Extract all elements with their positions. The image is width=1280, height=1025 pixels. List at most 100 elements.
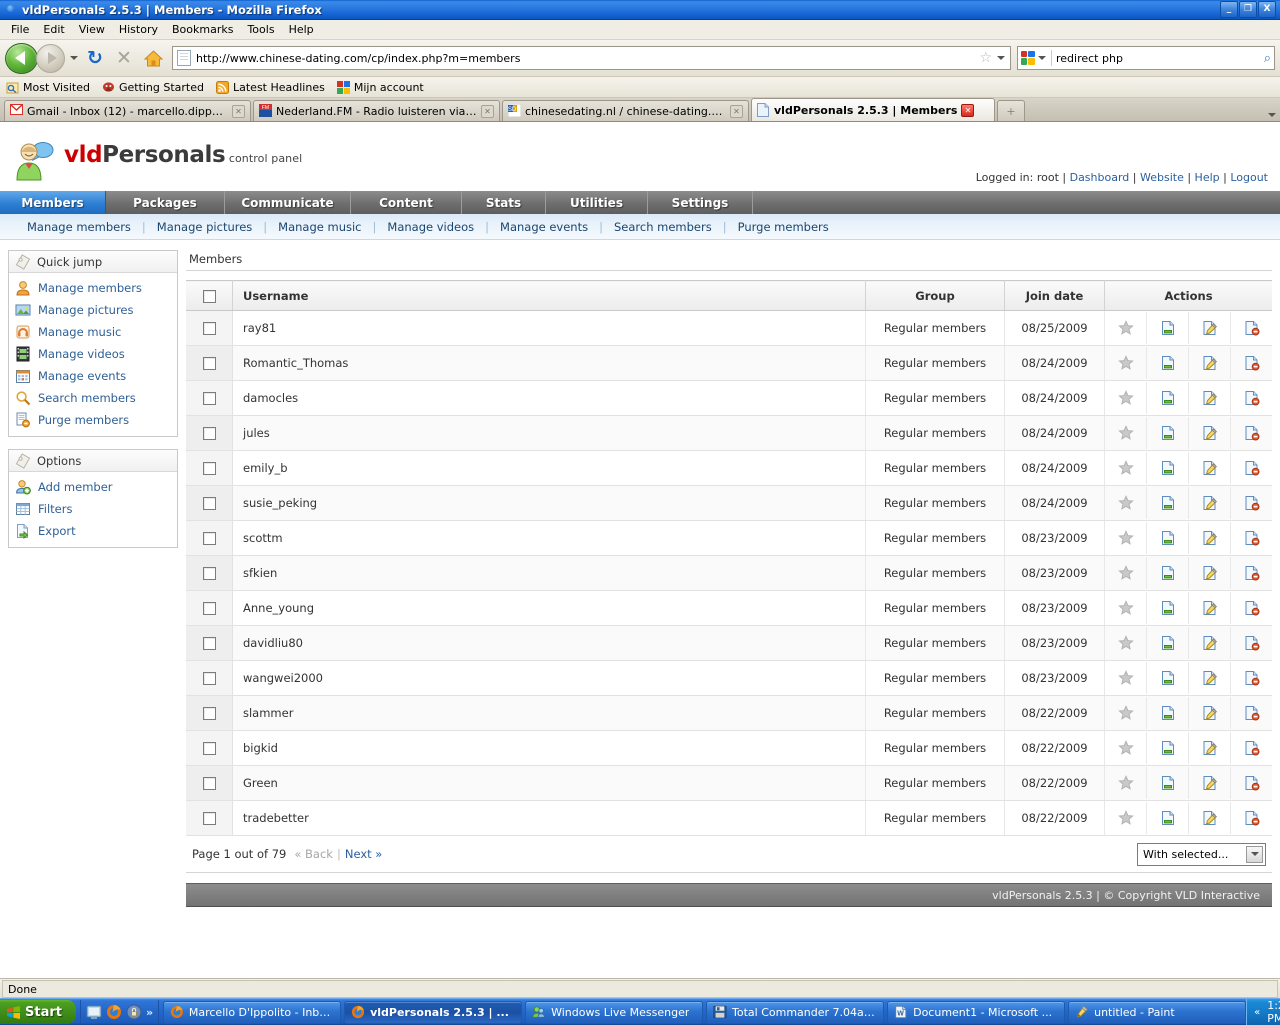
tab-communicate[interactable]: Communicate [225, 191, 351, 214]
row-checkbox[interactable] [202, 357, 216, 370]
tab-members[interactable]: Members [0, 191, 106, 214]
delete-member-icon[interactable] [1231, 662, 1272, 694]
cell-username[interactable]: davidliu80 [232, 625, 866, 661]
url-bar[interactable]: http://www.chinese-dating.com/cp/index.p… [172, 46, 1011, 70]
tab-content[interactable]: Content [351, 191, 462, 214]
task-vldpersonals[interactable]: vldPersonals 2.5.3 | ... [344, 1000, 523, 1024]
view-profile-icon[interactable] [1147, 382, 1189, 414]
cell-username[interactable]: ray81 [232, 310, 866, 346]
star-icon[interactable] [1105, 767, 1147, 799]
delete-member-icon[interactable] [1231, 452, 1272, 484]
subnav-manage-events[interactable]: Manage events [489, 220, 599, 234]
next-link[interactable]: Next » [345, 847, 382, 861]
row-checkbox[interactable] [202, 672, 216, 685]
row-checkbox[interactable] [202, 812, 216, 825]
history-dropdown-icon[interactable] [68, 56, 79, 60]
view-profile-icon[interactable] [1147, 557, 1189, 589]
edit-profile-icon[interactable] [1189, 662, 1231, 694]
edit-profile-icon[interactable] [1189, 767, 1231, 799]
browser-tab-gmail[interactable]: Gmail - Inbox (12) - marcello.dippolito@… [4, 100, 251, 121]
cell-username[interactable]: susie_peking [232, 485, 866, 521]
security-icon[interactable] [126, 1004, 142, 1020]
star-icon[interactable] [1105, 487, 1147, 519]
row-checkbox[interactable] [202, 777, 216, 790]
show-desktop-icon[interactable] [86, 1004, 102, 1020]
delete-member-icon[interactable] [1231, 487, 1272, 519]
home-icon[interactable] [140, 45, 166, 71]
view-profile-icon[interactable] [1147, 312, 1189, 344]
star-icon[interactable] [1105, 347, 1147, 379]
edit-profile-icon[interactable] [1189, 697, 1231, 729]
search-icon[interactable]: ⌕ [1264, 51, 1271, 66]
cell-username[interactable]: jules [232, 415, 866, 451]
view-profile-icon[interactable] [1147, 417, 1189, 449]
maximize-button[interactable]: ❐ [1239, 1, 1257, 18]
star-icon[interactable] [1105, 802, 1147, 834]
menu-file[interactable]: File [4, 21, 36, 38]
subnav-manage-members[interactable]: Manage members [16, 220, 142, 234]
tab-list-dropdown-icon[interactable] [1264, 113, 1280, 121]
delete-member-icon[interactable] [1231, 382, 1272, 414]
view-profile-icon[interactable] [1147, 522, 1189, 554]
menu-help[interactable]: Help [282, 21, 321, 38]
bookmark-most-visited[interactable]: Most Visited [6, 81, 90, 94]
edit-profile-icon[interactable] [1189, 452, 1231, 484]
help-link[interactable]: Help [1195, 171, 1220, 184]
delete-member-icon[interactable] [1231, 522, 1272, 554]
url-dropdown-icon[interactable] [995, 56, 1006, 60]
task-windows-live-messenger[interactable]: Windows Live Messenger [525, 1000, 704, 1024]
browser-tab-nederlandfm[interactable]: FM Nederland.FM - Radio luisteren via In… [253, 100, 500, 121]
sidebar-item-manage-events[interactable]: Manage events [9, 365, 177, 387]
star-icon[interactable] [1105, 697, 1147, 729]
bookmark-getting-started[interactable]: Getting Started [102, 81, 204, 94]
sidebar-item-manage-pictures[interactable]: Manage pictures [9, 299, 177, 321]
edit-profile-icon[interactable] [1189, 487, 1231, 519]
view-profile-icon[interactable] [1147, 452, 1189, 484]
row-checkbox[interactable] [202, 567, 216, 580]
dashboard-link[interactable]: Dashboard [1070, 171, 1130, 184]
view-profile-icon[interactable] [1147, 802, 1189, 834]
view-profile-icon[interactable] [1147, 732, 1189, 764]
edit-profile-icon[interactable] [1189, 347, 1231, 379]
star-icon[interactable] [1105, 417, 1147, 449]
back-button[interactable] [5, 42, 38, 74]
cell-username[interactable]: slammer [232, 695, 866, 731]
forward-button[interactable] [36, 43, 65, 73]
star-icon[interactable] [1105, 592, 1147, 624]
star-icon[interactable] [1105, 382, 1147, 414]
firefox-icon[interactable] [106, 1004, 122, 1020]
delete-member-icon[interactable] [1231, 627, 1272, 659]
cell-username[interactable]: tradebetter [232, 800, 866, 836]
menu-view[interactable]: View [72, 21, 112, 38]
task-total-commander[interactable]: Total Commander 7.04a ... [706, 1000, 885, 1024]
quick-launch-more-icon[interactable]: » [146, 1006, 153, 1019]
close-icon[interactable]: ✕ [481, 104, 494, 118]
minimize-button[interactable]: _ [1220, 1, 1238, 18]
sidebar-item-purge-members[interactable]: Purge members [9, 409, 177, 431]
view-profile-icon[interactable] [1147, 697, 1189, 729]
delete-member-icon[interactable] [1231, 697, 1272, 729]
close-icon[interactable]: ✕ [232, 104, 245, 118]
clock[interactable]: 1:24 PM [1267, 999, 1280, 1025]
column-header-group[interactable]: Group [865, 280, 1005, 311]
edit-profile-icon[interactable] [1189, 522, 1231, 554]
column-header-username[interactable]: Username [232, 280, 866, 311]
cell-username[interactable]: Green [232, 765, 866, 801]
select-all-checkbox[interactable] [202, 289, 216, 303]
cell-username[interactable]: wangwei2000 [232, 660, 866, 696]
chevron-down-icon[interactable] [1246, 845, 1263, 863]
cell-username[interactable]: scottm [232, 520, 866, 556]
cell-username[interactable]: Anne_young [232, 590, 866, 626]
row-checkbox[interactable] [202, 637, 216, 650]
menu-edit[interactable]: Edit [36, 21, 71, 38]
tab-settings[interactable]: Settings [648, 191, 753, 214]
view-profile-icon[interactable] [1147, 627, 1189, 659]
delete-member-icon[interactable] [1231, 557, 1272, 589]
with-selected-dropdown[interactable]: With selected... [1137, 842, 1266, 866]
subnav-manage-pictures[interactable]: Manage pictures [146, 220, 264, 234]
cell-username[interactable]: bigkid [232, 730, 866, 766]
edit-profile-icon[interactable] [1189, 557, 1231, 589]
star-icon[interactable] [1105, 312, 1147, 344]
row-checkbox[interactable] [202, 532, 216, 545]
edit-profile-icon[interactable] [1189, 732, 1231, 764]
